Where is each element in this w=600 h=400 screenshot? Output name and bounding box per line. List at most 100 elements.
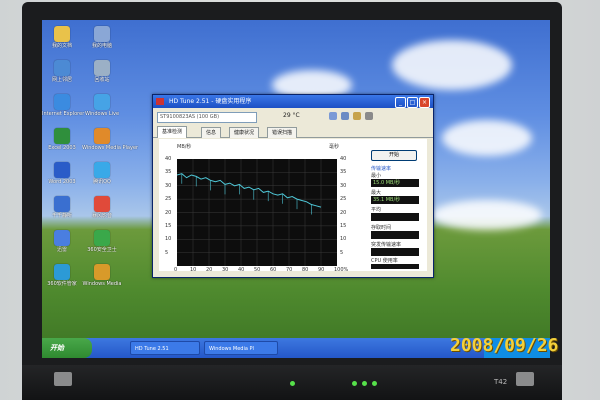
- desktop-icon-label: Windows Media Player: [82, 145, 139, 151]
- avg-value: [371, 213, 419, 221]
- x-tick-label: 40: [238, 267, 245, 273]
- taskbar-item-media[interactable]: Windows Media Pl: [204, 341, 278, 355]
- hdtune-app-icon: [156, 98, 164, 105]
- app-icon: [54, 94, 70, 110]
- desktop-icon[interactable]: 网上邻居: [42, 60, 82, 83]
- temperature-readout: 29 °C: [283, 112, 300, 119]
- desktop-icon-label: 我的电脑: [91, 43, 112, 49]
- y-tick-label: 5: [165, 249, 169, 256]
- app-icon: [54, 128, 70, 144]
- hinge-right: [516, 372, 534, 386]
- desktop-icon[interactable]: Internet Explorer: [42, 94, 85, 117]
- desktop-icon[interactable]: Windows Media: [82, 264, 122, 287]
- desktop-icon-label: Excel 2003: [48, 145, 76, 151]
- desktop-icon-label: 360软件管家: [47, 281, 77, 287]
- cpu-usage-label: CPU 使用率: [371, 258, 398, 264]
- desktop-icon-label: 迅雷: [56, 247, 67, 253]
- x-tick-label: 70: [286, 267, 293, 273]
- copy-icon[interactable]: [329, 112, 337, 120]
- app-icon: [94, 128, 110, 144]
- window-title: HD Tune 2.51 - 硬盘实用程序: [169, 98, 252, 105]
- benchmark-panel: MB/秒 毫秒 40 35 30 25 20 15 10 5 40 35 30 25 20 15 10 5 …: [159, 139, 427, 273]
- status-led: [372, 381, 377, 386]
- hdtune-window[interactable]: HD Tune 2.51 - 硬盘实用程序 _ □ × ST9100823AS …: [152, 94, 434, 278]
- desktop-icon[interactable]: 回收站: [82, 60, 122, 83]
- start-menu-button[interactable]: 开始: [42, 338, 92, 358]
- desktop-icon[interactable]: 360安全卫士: [82, 230, 122, 253]
- maximize-icon[interactable]: □: [407, 97, 418, 108]
- x-tick-label: 60: [270, 267, 277, 273]
- y-tick-label-right: 10: [340, 236, 347, 243]
- y-tick-label-right: 30: [340, 182, 347, 189]
- toolbar: ST9100823AS (100 GB) 29 °C: [153, 108, 433, 126]
- tab-error-scan[interactable]: 错误扫描: [267, 127, 298, 138]
- desktop-icon[interactable]: Word 2003: [42, 162, 82, 185]
- desktop-icon[interactable]: 我的电脑: [82, 26, 122, 49]
- min-label: 最小: [371, 173, 382, 179]
- max-value: 35.1 MB/秒: [371, 196, 419, 204]
- y-tick-label-right: 20: [340, 209, 347, 216]
- access-time-label: 存取时间: [371, 225, 392, 231]
- transfer-rate-series: [177, 173, 322, 208]
- y-tick-label: 30: [165, 182, 172, 189]
- window-titlebar[interactable]: HD Tune 2.51 - 硬盘实用程序 _ □ ×: [153, 95, 433, 108]
- app-icon: [94, 196, 110, 212]
- desktop-icon[interactable]: Windows Live: [82, 94, 122, 117]
- status-led: [352, 381, 357, 386]
- x-tick-label: 100%: [334, 267, 349, 273]
- desktop-icon[interactable]: 我的文档: [42, 26, 82, 49]
- desktop-icon-label: 暴风影音: [91, 213, 112, 219]
- y-tick-label: 20: [165, 209, 172, 216]
- tab-benchmark[interactable]: 基准检测: [157, 126, 188, 138]
- tab-strip: 基准检测 信息 健康状况 错误扫描: [153, 126, 433, 138]
- close-icon[interactable]: ×: [419, 97, 430, 108]
- cloud: [392, 40, 512, 90]
- desktop-icon-label: 腾讯QQ: [93, 179, 111, 185]
- desktop-icon[interactable]: 腾讯QQ: [82, 162, 122, 185]
- drive-select[interactable]: ST9100823AS (100 GB): [157, 112, 257, 123]
- y-tick-label-right: 40: [340, 156, 347, 162]
- taskbar-item-hdtune[interactable]: HD Tune 2.51: [130, 341, 200, 355]
- desktop-icon[interactable]: 暴风影音: [82, 196, 122, 219]
- max-label: 最大: [371, 190, 382, 196]
- desktop-icon-label: 360安全卫士: [87, 247, 117, 253]
- start-button[interactable]: 开始: [371, 150, 417, 161]
- y-axis-label-right: 毫秒: [329, 144, 340, 150]
- x-tick-label: 50: [254, 267, 261, 273]
- desktop-icon[interactable]: 迅雷: [42, 230, 82, 253]
- burst-rate-label: 突发传输速率: [371, 242, 402, 248]
- laptop-screen: 我的文档 我的电脑 网上邻居 回收站 Internet Explorer Windows …: [42, 20, 550, 358]
- app-icon: [94, 60, 110, 76]
- desktop-icon-label: 网上邻居: [51, 77, 72, 83]
- app-icon: [54, 264, 70, 280]
- app-icon: [94, 162, 110, 178]
- desktop-icon[interactable]: Excel 2003: [42, 128, 82, 151]
- photo-date-stamp: 2008/09/26: [450, 335, 559, 356]
- desktop-icon[interactable]: 千千静听: [42, 196, 82, 219]
- tab-info[interactable]: 信息: [201, 127, 222, 138]
- y-tick-label: 25: [165, 196, 172, 203]
- access-time-value: [371, 231, 419, 239]
- app-icon: [54, 26, 70, 42]
- x-tick-label: 10: [190, 267, 197, 273]
- exit-icon[interactable]: [365, 112, 373, 120]
- hinge-left: [54, 372, 72, 386]
- desktop-icon[interactable]: 360软件管家: [42, 264, 82, 287]
- x-tick-label: 0: [174, 267, 178, 273]
- save-icon[interactable]: [341, 112, 349, 120]
- options-icon[interactable]: [353, 112, 361, 120]
- desktop-icon-label: 千千静听: [51, 213, 72, 219]
- x-tick-label: 30: [222, 267, 229, 273]
- y-tick-label: 40: [165, 156, 172, 162]
- x-tick-label: 20: [206, 267, 213, 273]
- y-tick-label: 15: [165, 222, 172, 229]
- minimize-icon[interactable]: _: [395, 97, 406, 108]
- desktop-icon-label: Internet Explorer: [42, 111, 85, 117]
- desktop-icon-label: Word 2003: [48, 179, 76, 185]
- app-icon: [94, 264, 110, 280]
- desktop-icon[interactable]: Windows Media Player: [82, 128, 139, 151]
- status-led: [362, 381, 367, 386]
- tab-health[interactable]: 健康状况: [229, 127, 260, 138]
- avg-label: 平均: [371, 207, 382, 213]
- desktop-icon-label: 回收站: [94, 77, 110, 83]
